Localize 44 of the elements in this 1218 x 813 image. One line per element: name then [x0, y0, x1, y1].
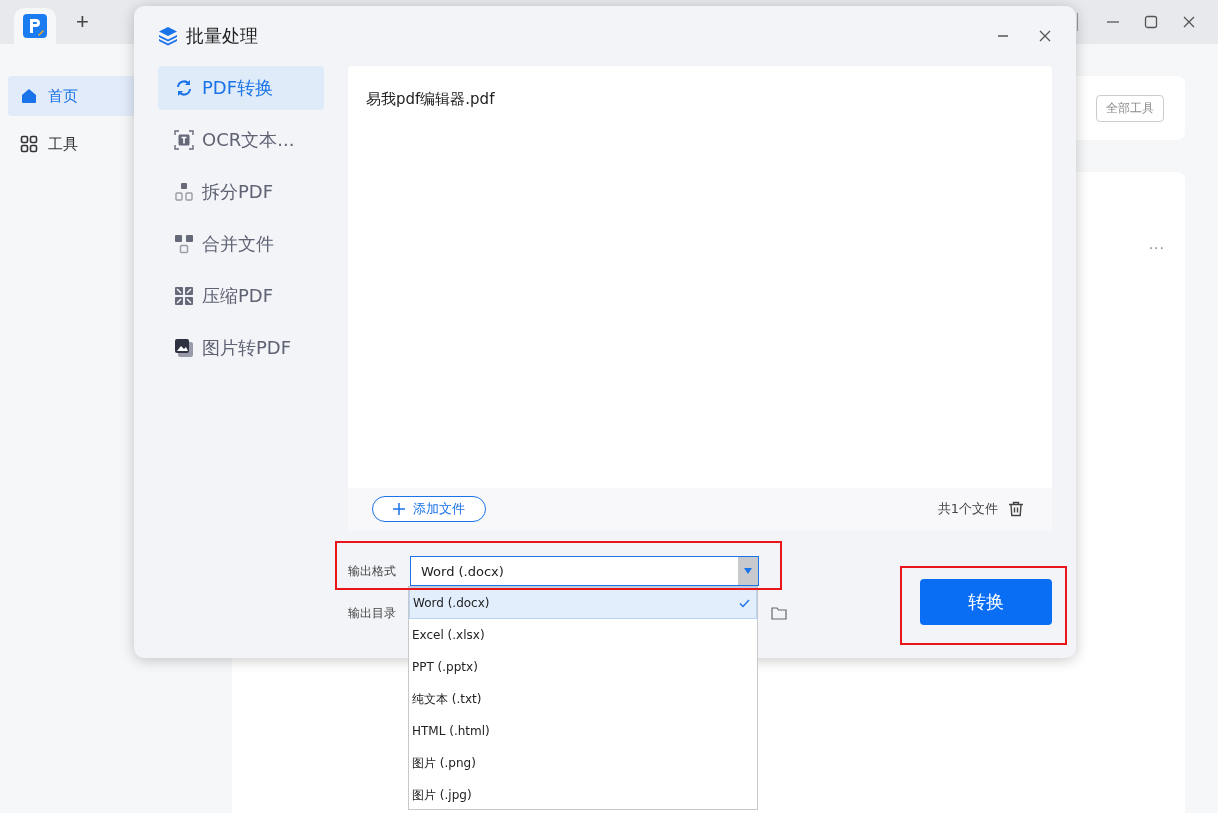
- grid-icon: [20, 135, 38, 153]
- tool-tab[interactable]: 图片转PDF: [158, 326, 324, 370]
- trash-icon[interactable]: [1008, 501, 1024, 517]
- image-icon: [174, 338, 194, 358]
- plus-icon: [393, 503, 405, 515]
- app-tab[interactable]: [14, 8, 56, 44]
- check-icon: [739, 598, 750, 608]
- add-file-button[interactable]: 添加文件: [372, 496, 486, 522]
- tool-tab[interactable]: 合并文件: [158, 222, 324, 266]
- folder-icon[interactable]: [771, 606, 787, 620]
- format-dropdown[interactable]: Word (.docx): [410, 556, 759, 586]
- format-option[interactable]: HTML (.html): [409, 715, 757, 747]
- format-option[interactable]: Excel (.xlsx): [409, 619, 757, 651]
- caret-icon: [744, 568, 752, 574]
- file-name[interactable]: 易我pdf编辑器.pdf: [366, 90, 1034, 109]
- sidebar-item[interactable]: 工具: [8, 124, 140, 164]
- home-icon: [20, 87, 38, 105]
- file-count: 共1个文件: [937, 500, 998, 518]
- merge-icon: [174, 234, 194, 254]
- layers-icon: [158, 26, 178, 46]
- dialog-title: 批量处理: [186, 24, 258, 48]
- new-tab-button[interactable]: +: [72, 9, 93, 35]
- app-logo-icon: [23, 14, 47, 38]
- tool-tab[interactable]: 拆分PDF: [158, 170, 324, 214]
- close-icon[interactable]: [1182, 15, 1196, 29]
- tool-tab[interactable]: OCR文本...: [158, 118, 324, 162]
- close-icon[interactable]: [1038, 29, 1052, 43]
- tool-tab[interactable]: PDF转换: [158, 66, 324, 110]
- format-option[interactable]: 图片 (.jpg): [409, 779, 757, 811]
- split-icon: [174, 182, 194, 202]
- format-option[interactable]: 纯文本 (.txt): [409, 683, 757, 715]
- convert-button[interactable]: 转换: [920, 579, 1052, 625]
- more-icon[interactable]: ···: [1148, 240, 1165, 256]
- refresh-icon: [174, 78, 194, 98]
- tool-tab[interactable]: 压缩PDF: [158, 274, 324, 318]
- output-format-label: 输出格式: [348, 562, 397, 580]
- format-option[interactable]: Word (.docx): [409, 587, 757, 619]
- format-option[interactable]: 图片 (.png): [409, 747, 757, 779]
- compress-icon: [174, 286, 194, 306]
- maximize-icon[interactable]: [1144, 15, 1158, 29]
- all-tools-button[interactable]: 全部工具: [1096, 94, 1164, 122]
- output-folder-label: 输出目录: [348, 604, 397, 622]
- text-scan-icon: [174, 130, 194, 150]
- format-option[interactable]: PPT (.pptx): [409, 651, 757, 683]
